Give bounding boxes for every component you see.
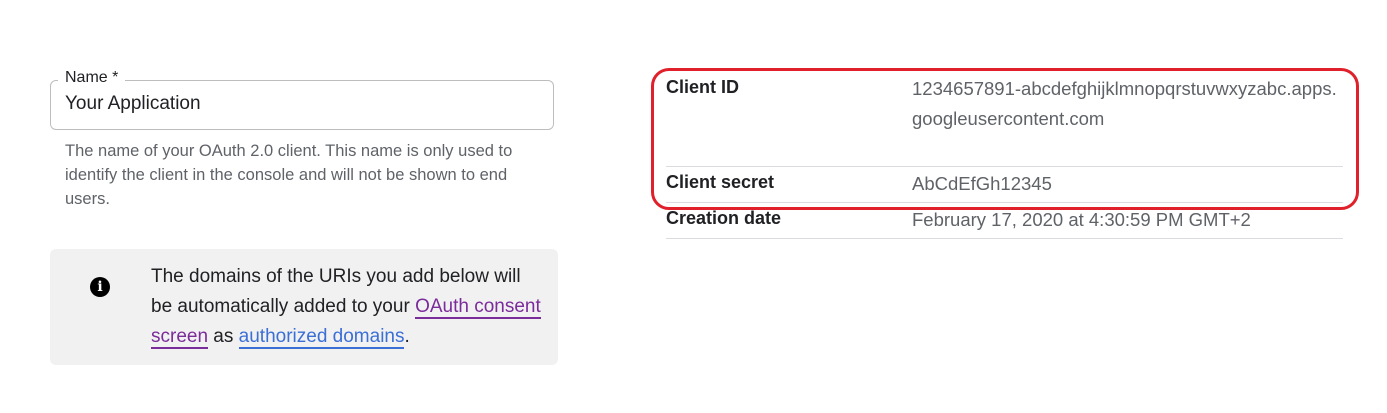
info-text-after: . [404,326,410,347]
creation-date-value: February 17, 2020 at 4:30:59 PM GMT+2 [912,209,1251,230]
creation-date-label: Creation date [666,208,782,228]
name-field-hint: The name of your OAuth 2.0 client. This … [65,142,513,208]
client-secret-label: Client secret [666,172,775,192]
client-secret-value: AbCdEfGh12345 [912,173,1052,194]
client-secret-row: Client secret AbCdEfGh12345 [666,167,1343,203]
client-id-value: 1234657891-abcdefghijklmnopqrstuvwxyzabc… [912,78,1337,129]
name-field-label: Name * [58,68,126,88]
name-input[interactable] [65,93,535,115]
authorized-domains-link[interactable]: authorized domains [238,326,405,349]
name-field[interactable] [50,80,554,130]
info-text: The domains of the URIs you add below wi… [151,262,546,352]
creation-date-row: Creation date February 17, 2020 at 4:30:… [666,203,1343,239]
client-details-table: Client ID 1234657891-abcdefghijklmnopqrs… [666,72,1343,239]
oauth-client-page: Name * The name of your OAuth 2.0 client… [0,0,1387,413]
client-id-row: Client ID 1234657891-abcdefghijklmnopqrs… [666,72,1343,167]
info-icon: i [90,277,110,297]
client-id-label: Client ID [666,77,740,97]
info-box: i The domains of the URIs you add below … [50,249,558,365]
info-text-middle: as [208,326,239,347]
